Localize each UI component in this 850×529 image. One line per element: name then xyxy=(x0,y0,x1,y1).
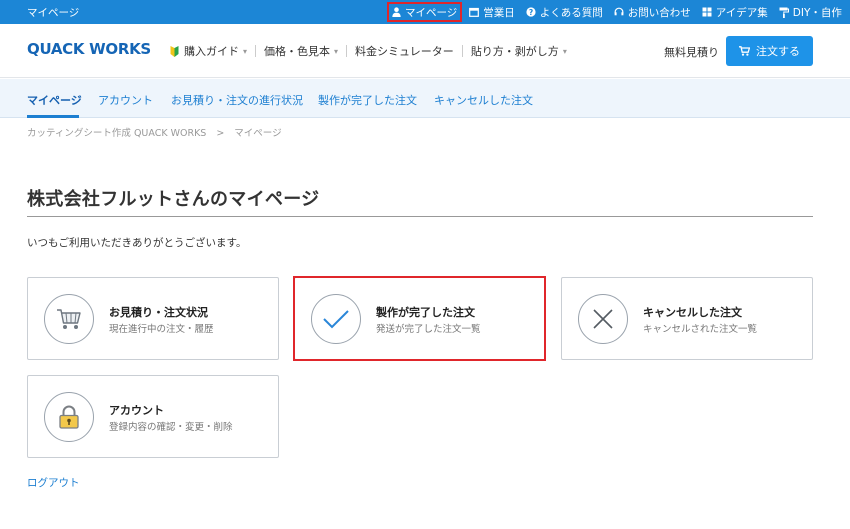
lock-icon xyxy=(59,405,79,429)
chevron-down-icon: ▾ xyxy=(562,46,567,56)
nav-label: 購入ガイド xyxy=(184,45,239,58)
top-link-label: 営業日 xyxy=(483,6,515,19)
card-subtitle: キャンセルされた注文一覧 xyxy=(643,324,758,335)
top-links: マイページ 営業日 ? よくある質問 お問い合わせ アイデア集 DIY・自作 xyxy=(387,0,849,24)
card-title: お見積り・注文状況 xyxy=(109,306,208,319)
order-button[interactable]: 注文する xyxy=(726,36,813,66)
nav-label: 価格・色見本 xyxy=(264,45,331,58)
page-title: 株式会社フルットさんのマイページ xyxy=(27,189,320,210)
card-subtitle: 登録内容の確認・変更・削除 xyxy=(109,422,233,433)
nav-label: 貼り方・剥がし方 xyxy=(470,45,559,58)
nav-item-application-guide[interactable]: 貼り方・剥がし方 ▾ xyxy=(471,43,567,59)
nav-label: 料金シミュレーター xyxy=(355,45,454,58)
top-link-label: よくある質問 xyxy=(539,6,603,19)
breadcrumb-separator: > xyxy=(216,128,225,139)
free-estimate-link[interactable]: 無料見積り xyxy=(664,44,719,60)
subnav-tab-account[interactable]: アカウント xyxy=(98,92,153,108)
card-icon-circle xyxy=(44,294,94,344)
chevron-down-icon: ▾ xyxy=(334,46,339,56)
nav-divider xyxy=(346,45,348,57)
question-icon: ? xyxy=(526,7,536,17)
active-tab-indicator xyxy=(27,115,79,118)
site-header: QUACK WORKS 購入ガイド ▾ 価格・色見本 ▾ 料金シミュレーター 貼… xyxy=(0,24,850,78)
nav-divider xyxy=(461,45,463,57)
svg-text:?: ? xyxy=(529,8,533,17)
nav-divider xyxy=(255,45,257,57)
top-link-label: DIY・自作 xyxy=(792,6,842,19)
nav-item-price-simulator[interactable]: 料金シミュレーター xyxy=(355,43,454,59)
top-link-label: お問い合わせ xyxy=(627,6,691,19)
top-link-ideas[interactable]: アイデア集 xyxy=(698,2,772,22)
subnav-tab-order-status[interactable]: お見積り・注文の進行状況 xyxy=(171,92,303,108)
breadcrumb: カッティングシート作成 QUACK WORKS > マイページ xyxy=(27,125,282,139)
top-link-mypage[interactable]: マイページ xyxy=(387,2,463,22)
mypage-subnav: マイページ アカウント お見積り・注文の進行状況 製作が完了した注文 キャンセル… xyxy=(0,79,850,118)
global-nav: 購入ガイド ▾ 価格・色見本 ▾ 料金シミュレーター 貼り方・剥がし方 ▾ xyxy=(170,43,567,59)
top-bar-site-label: マイページ xyxy=(27,7,80,19)
cart-icon xyxy=(739,46,750,56)
card-title: アカウント xyxy=(109,404,164,417)
top-link-contact[interactable]: お問い合わせ xyxy=(610,2,695,22)
site-logo[interactable]: QUACK WORKS xyxy=(27,40,151,58)
subnav-tab-completed-orders[interactable]: 製作が完了した注文 xyxy=(318,92,417,108)
order-button-label: 注文する xyxy=(756,45,800,58)
paint-roller-icon xyxy=(779,7,789,18)
grid-icon xyxy=(702,7,712,17)
x-icon xyxy=(593,309,613,329)
check-icon xyxy=(323,310,349,329)
card-cancelled-orders[interactable]: キャンセルした注文 キャンセルされた注文一覧 xyxy=(561,277,813,360)
person-icon xyxy=(392,7,401,17)
card-icon-circle xyxy=(311,294,361,344)
subnav-tab-cancelled-orders[interactable]: キャンセルした注文 xyxy=(434,92,533,108)
nav-item-price-colors[interactable]: 価格・色見本 ▾ xyxy=(264,43,338,59)
calendar-icon xyxy=(469,7,480,17)
cart-icon xyxy=(57,309,81,329)
card-completed-orders[interactable]: 製作が完了した注文 発送が完了した注文一覧 xyxy=(294,277,546,360)
subnav-tab-mypage[interactable]: マイページ xyxy=(27,92,82,108)
card-title: 製作が完了した注文 xyxy=(376,306,475,319)
breadcrumb-home-link[interactable]: カッティングシート作成 QUACK WORKS xyxy=(27,128,206,139)
top-link-diy[interactable]: DIY・自作 xyxy=(775,2,846,22)
card-order-status[interactable]: お見積り・注文状況 現在進行中の注文・履歴 xyxy=(27,277,279,360)
headset-icon xyxy=(614,7,624,16)
card-title: キャンセルした注文 xyxy=(643,306,742,319)
card-account[interactable]: アカウント 登録内容の確認・変更・削除 xyxy=(27,375,279,458)
top-link-label: アイデア集 xyxy=(715,6,768,19)
nav-item-purchase-guide[interactable]: 購入ガイド ▾ xyxy=(170,43,247,59)
card-icon-circle xyxy=(578,294,628,344)
card-subtitle: 現在進行中の注文・履歴 xyxy=(109,324,214,335)
title-divider xyxy=(27,216,813,217)
breadcrumb-current: マイページ xyxy=(234,128,282,139)
chevron-down-icon: ▾ xyxy=(243,46,248,56)
card-icon-circle xyxy=(44,392,94,442)
top-link-business-days[interactable]: 営業日 xyxy=(465,2,519,22)
card-subtitle: 発送が完了した注文一覧 xyxy=(376,324,481,335)
logout-link[interactable]: ログアウト xyxy=(27,475,80,490)
beginner-leaf-icon xyxy=(170,45,179,57)
top-bar: マイページ マイページ 営業日 ? よくある質問 お問い合わせ アイデア集 DI… xyxy=(0,0,850,24)
top-link-label: マイページ xyxy=(405,6,458,19)
top-link-faq[interactable]: ? よくある質問 xyxy=(522,2,607,22)
greeting-text: いつもご利用いただきありがとうございます。 xyxy=(27,237,247,249)
